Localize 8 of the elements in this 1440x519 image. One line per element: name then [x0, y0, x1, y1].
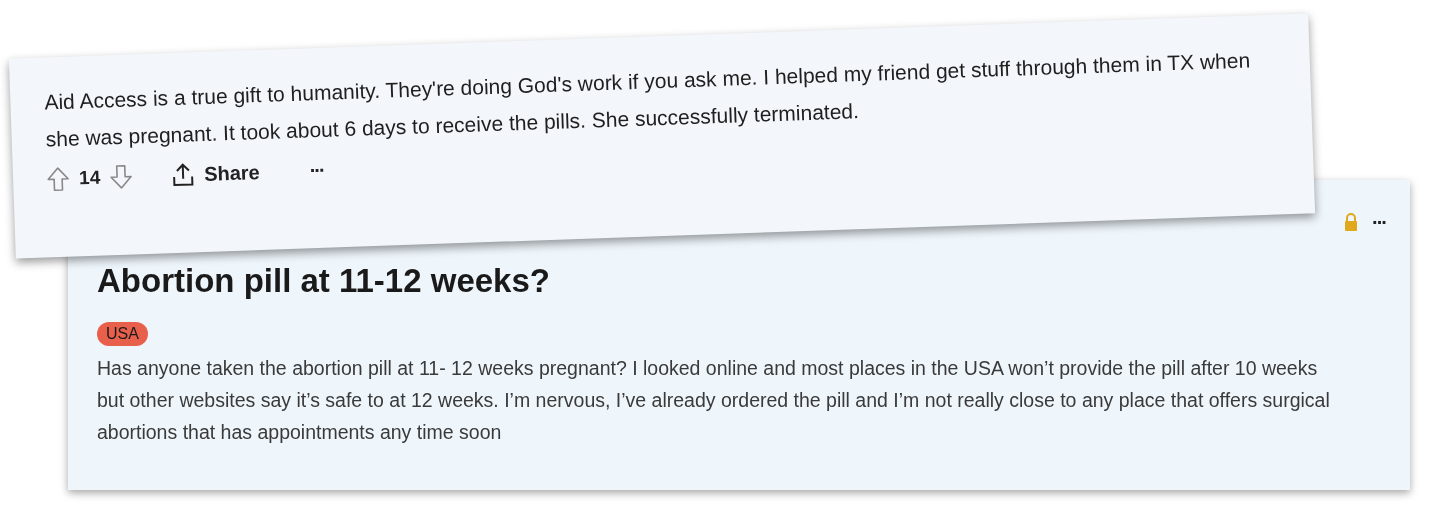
more-button[interactable]: ···	[1372, 212, 1386, 232]
post-body: Has anyone taken the abortion pill at 11- 12 weeks pregnant? I looked online and most places in the USA won’t provide the pill after 10 weeks but other websites say it’s safe to at 12 weeks. I’m nervous, I’ve already ordered the pill and I’m not really close to any place that offers surgical abortions that has appointments any time soon	[97, 356, 1331, 445]
flair-tag: USA	[97, 322, 148, 346]
post-title: Abortion pill at 11-12 weeks?	[97, 262, 550, 300]
vote-count: 14	[78, 166, 101, 190]
comment-text: Aid Access is a true gift to humanity. They're doing God's work if you ask me. I helped my friend get stuff through them in TX when she was pregnant. It took about 6 days to receive the pills. She successfully terminated.	[43, 47, 1252, 153]
share-button[interactable]: Share	[171, 160, 261, 188]
more-button[interactable]: ···	[309, 159, 325, 181]
